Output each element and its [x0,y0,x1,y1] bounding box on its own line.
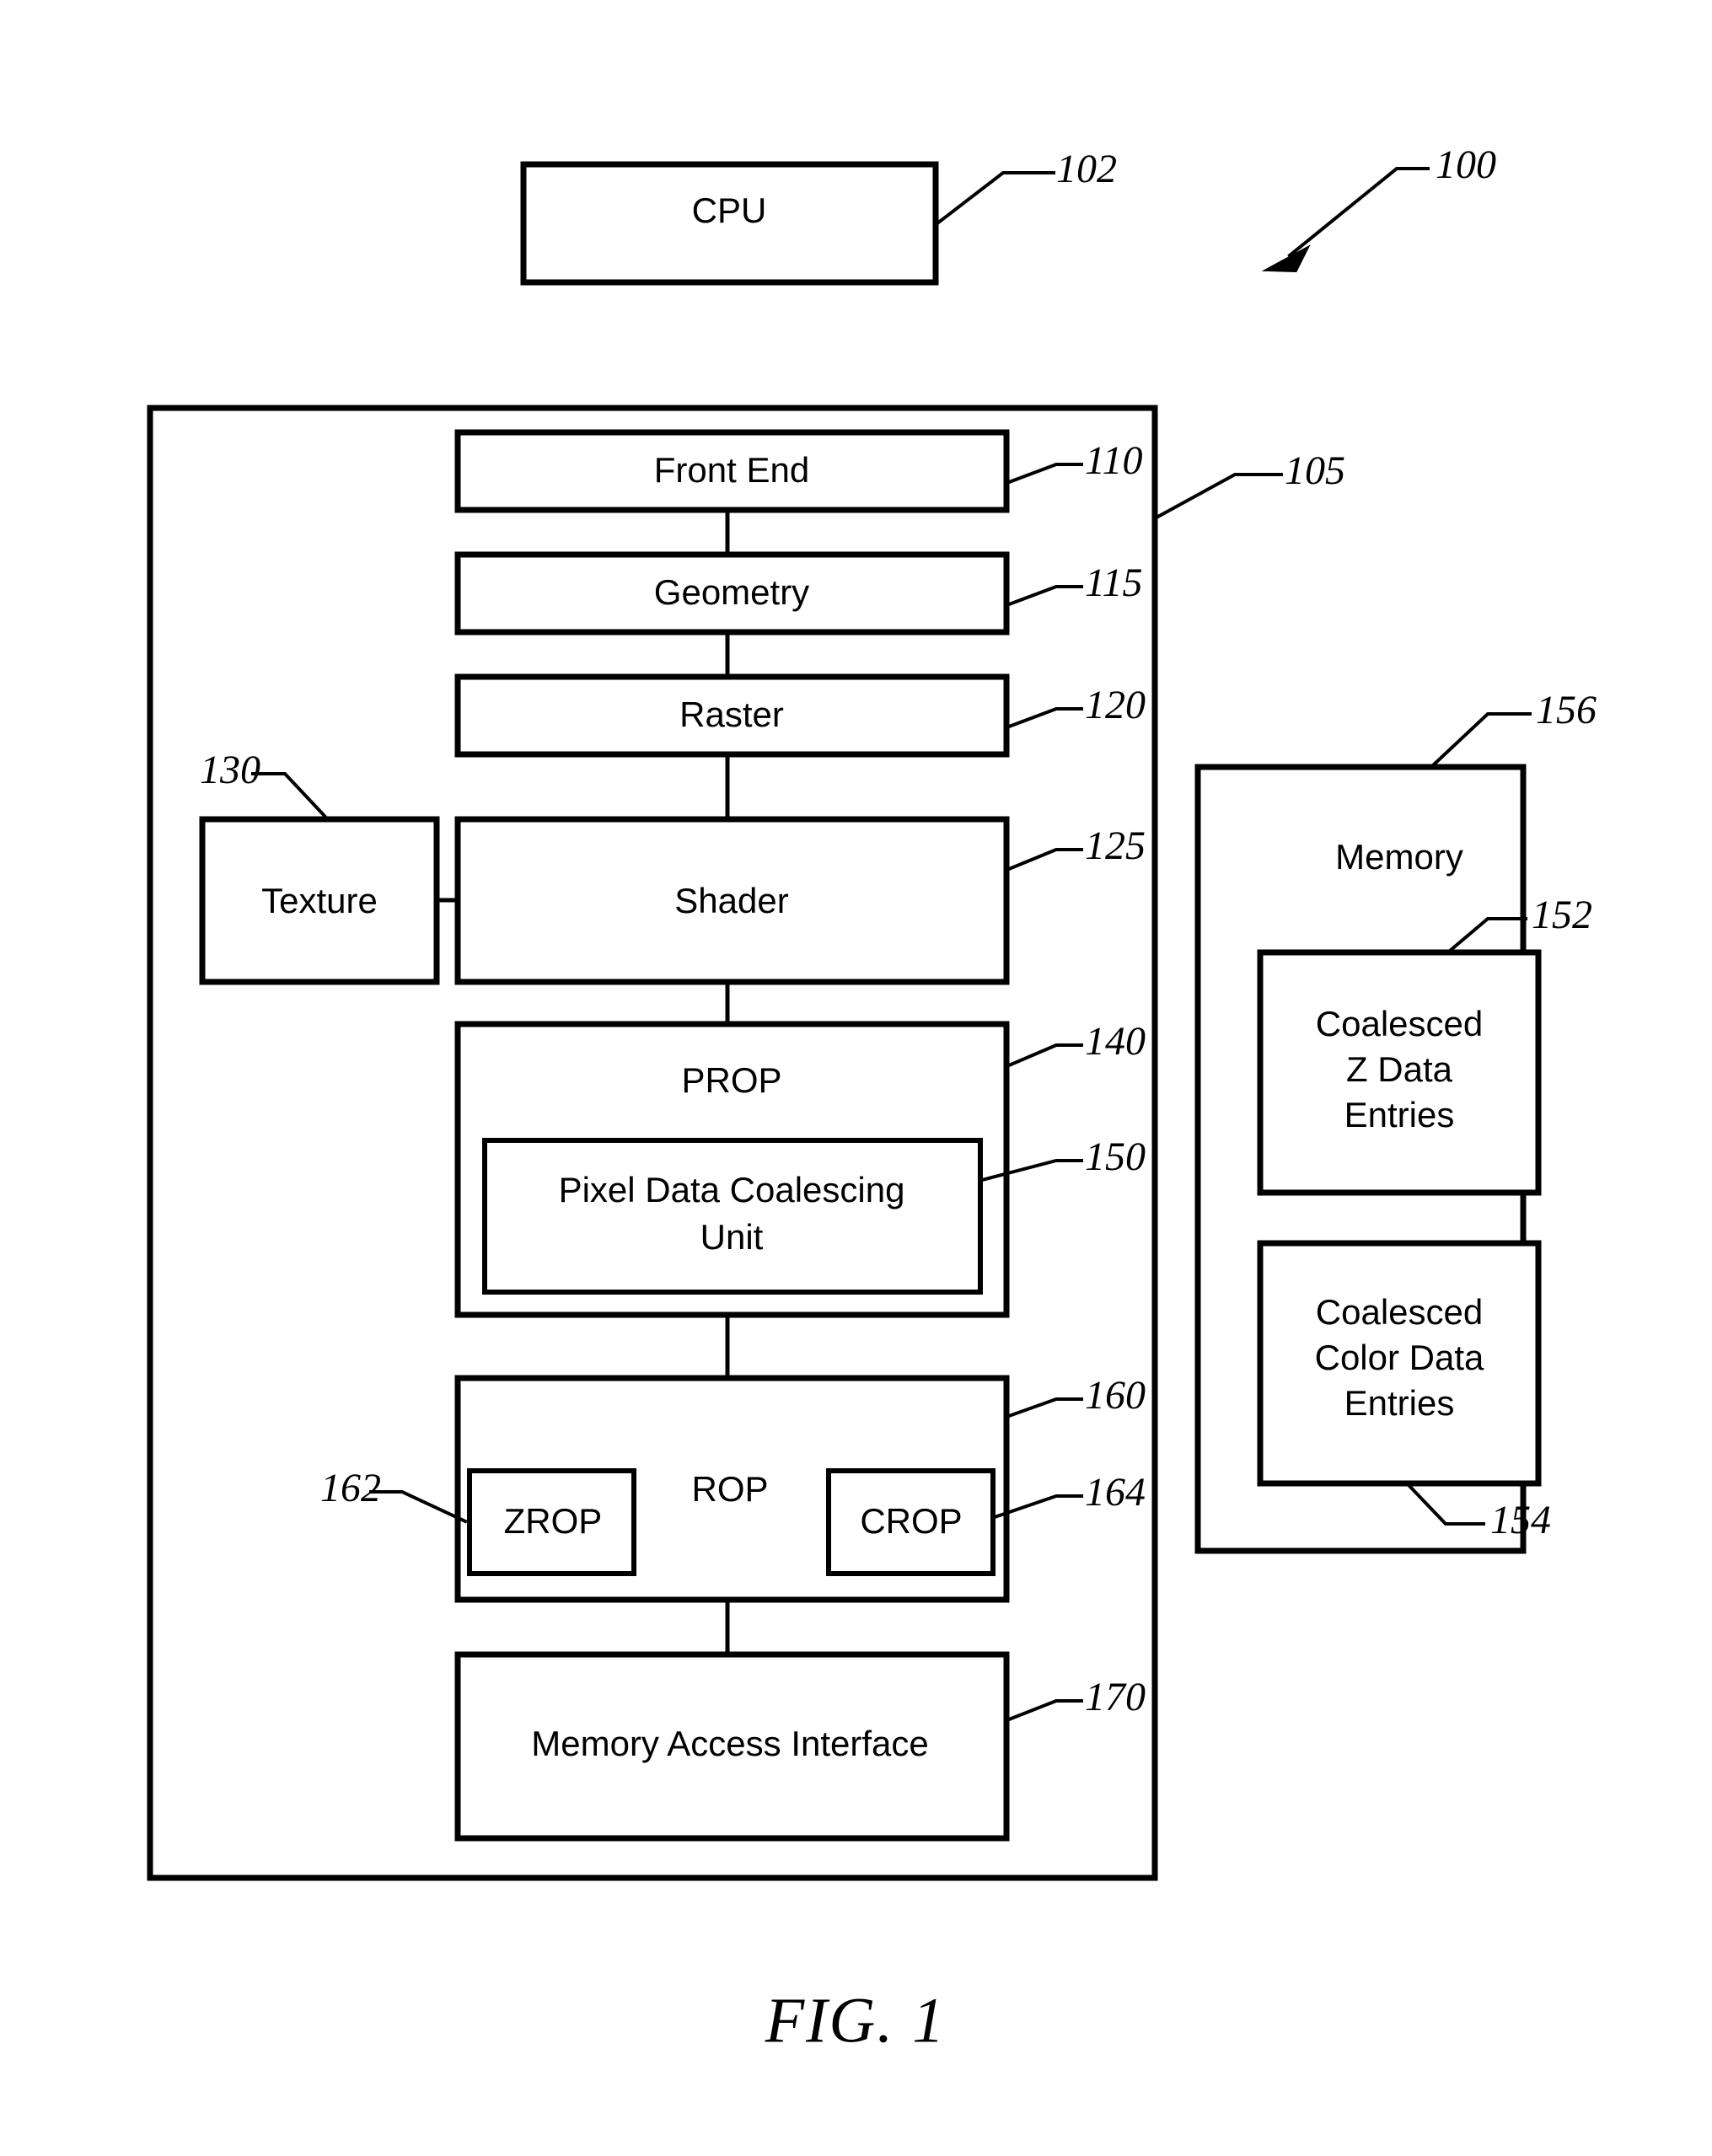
system-leader-line [1287,167,1430,258]
ref-156: 156 [1536,688,1597,732]
memory-leader-line [1430,712,1532,768]
ref-140: 140 [1085,1019,1146,1064]
cpu-label: CPU [692,190,767,230]
coalesced-color-line2: Color Data [1315,1338,1484,1377]
ref-115: 115 [1085,560,1142,605]
system-arrowhead [1261,244,1311,273]
geometry-label: Geometry [654,572,809,612]
memory-label: Memory [1335,837,1463,877]
ref-130: 130 [200,748,260,792]
ref-120: 120 [1085,683,1146,727]
crop-label: CROP [860,1501,962,1541]
ref-125: 125 [1085,823,1146,868]
coalesced-z-line3: Entries [1344,1095,1455,1134]
ref-150: 150 [1085,1134,1146,1179]
ref-152: 152 [1532,893,1592,937]
cpu-leader-line [935,171,1055,226]
ref-160: 160 [1085,1373,1146,1418]
ref-100: 100 [1436,142,1496,187]
coalesced-color-line1: Coalesced [1316,1292,1483,1332]
pixel-data-coalescing-unit-box [482,1138,983,1295]
rop-label: ROP [691,1469,768,1509]
patent-figure-page: CPU 102 100 105 Front End 110 Geometry 1… [0,0,1712,2156]
gpu-leader-line [1152,473,1283,521]
zrop-label: ZROP [504,1501,603,1541]
prop-label: PROP [681,1060,781,1100]
front-end-label: Front End [654,450,809,490]
ref-164: 164 [1085,1470,1146,1515]
raster-label: Raster [679,695,784,734]
coalesced-color-line3: Entries [1344,1383,1455,1423]
ref-170: 170 [1085,1675,1146,1719]
memory-access-interface-label: Memory Access Interface [531,1724,929,1763]
coalesced-z-line1: Coalesced [1316,1004,1483,1043]
ref-162: 162 [320,1466,381,1510]
texture-label: Texture [261,881,378,920]
coalesced-z-line2: Z Data [1346,1049,1453,1089]
ref-154: 154 [1490,1498,1551,1542]
figure-canvas: CPU 102 100 105 Front End 110 Geometry 1… [147,142,1597,2056]
shader-label: Shader [674,881,788,920]
figure-caption: FIG. 1 [765,1985,947,2056]
ref-105: 105 [1285,448,1345,493]
ref-102: 102 [1056,147,1117,191]
ref-110: 110 [1085,438,1142,483]
